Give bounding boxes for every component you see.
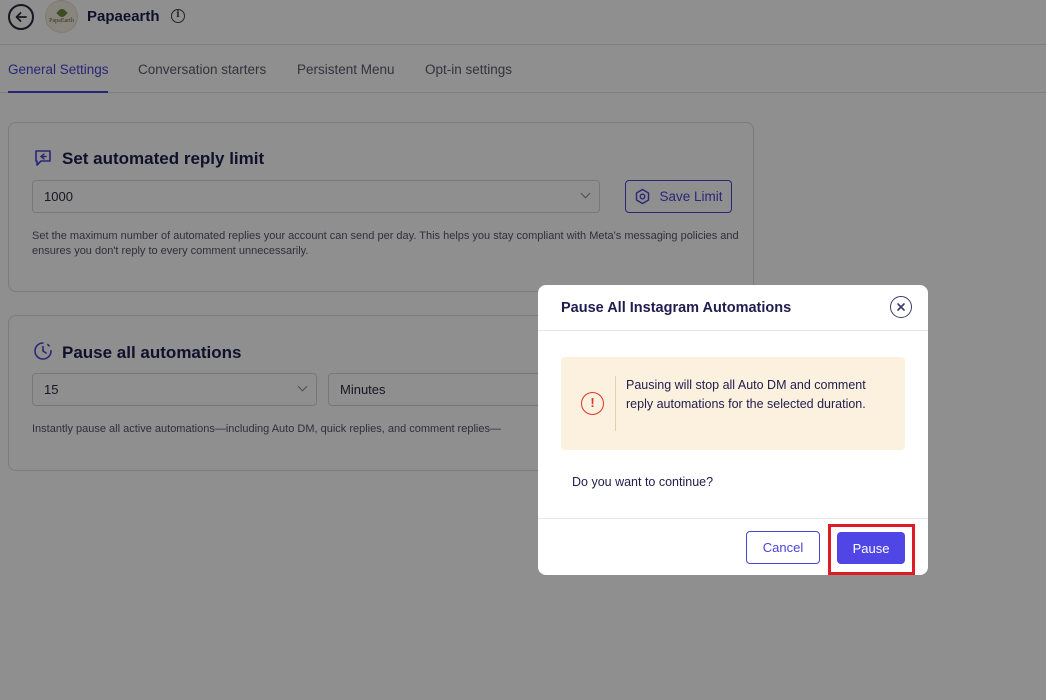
cancel-button[interactable]: Cancel <box>746 531 820 564</box>
close-button[interactable] <box>890 296 912 318</box>
warning-alert: ! Pausing will stop all Auto DM and comm… <box>561 357 905 450</box>
dialog-header: Pause All Instagram Automations <box>538 285 928 331</box>
warning-icon: ! <box>581 392 604 415</box>
confirm-question: Do you want to continue? <box>572 475 714 489</box>
close-icon <box>897 303 905 311</box>
pause-button-highlight <box>828 524 915 575</box>
warning-text: Pausing will stop all Auto DM and commen… <box>626 378 866 411</box>
warning-divider <box>615 376 616 431</box>
dialog-title: Pause All Instagram Automations <box>561 300 792 316</box>
